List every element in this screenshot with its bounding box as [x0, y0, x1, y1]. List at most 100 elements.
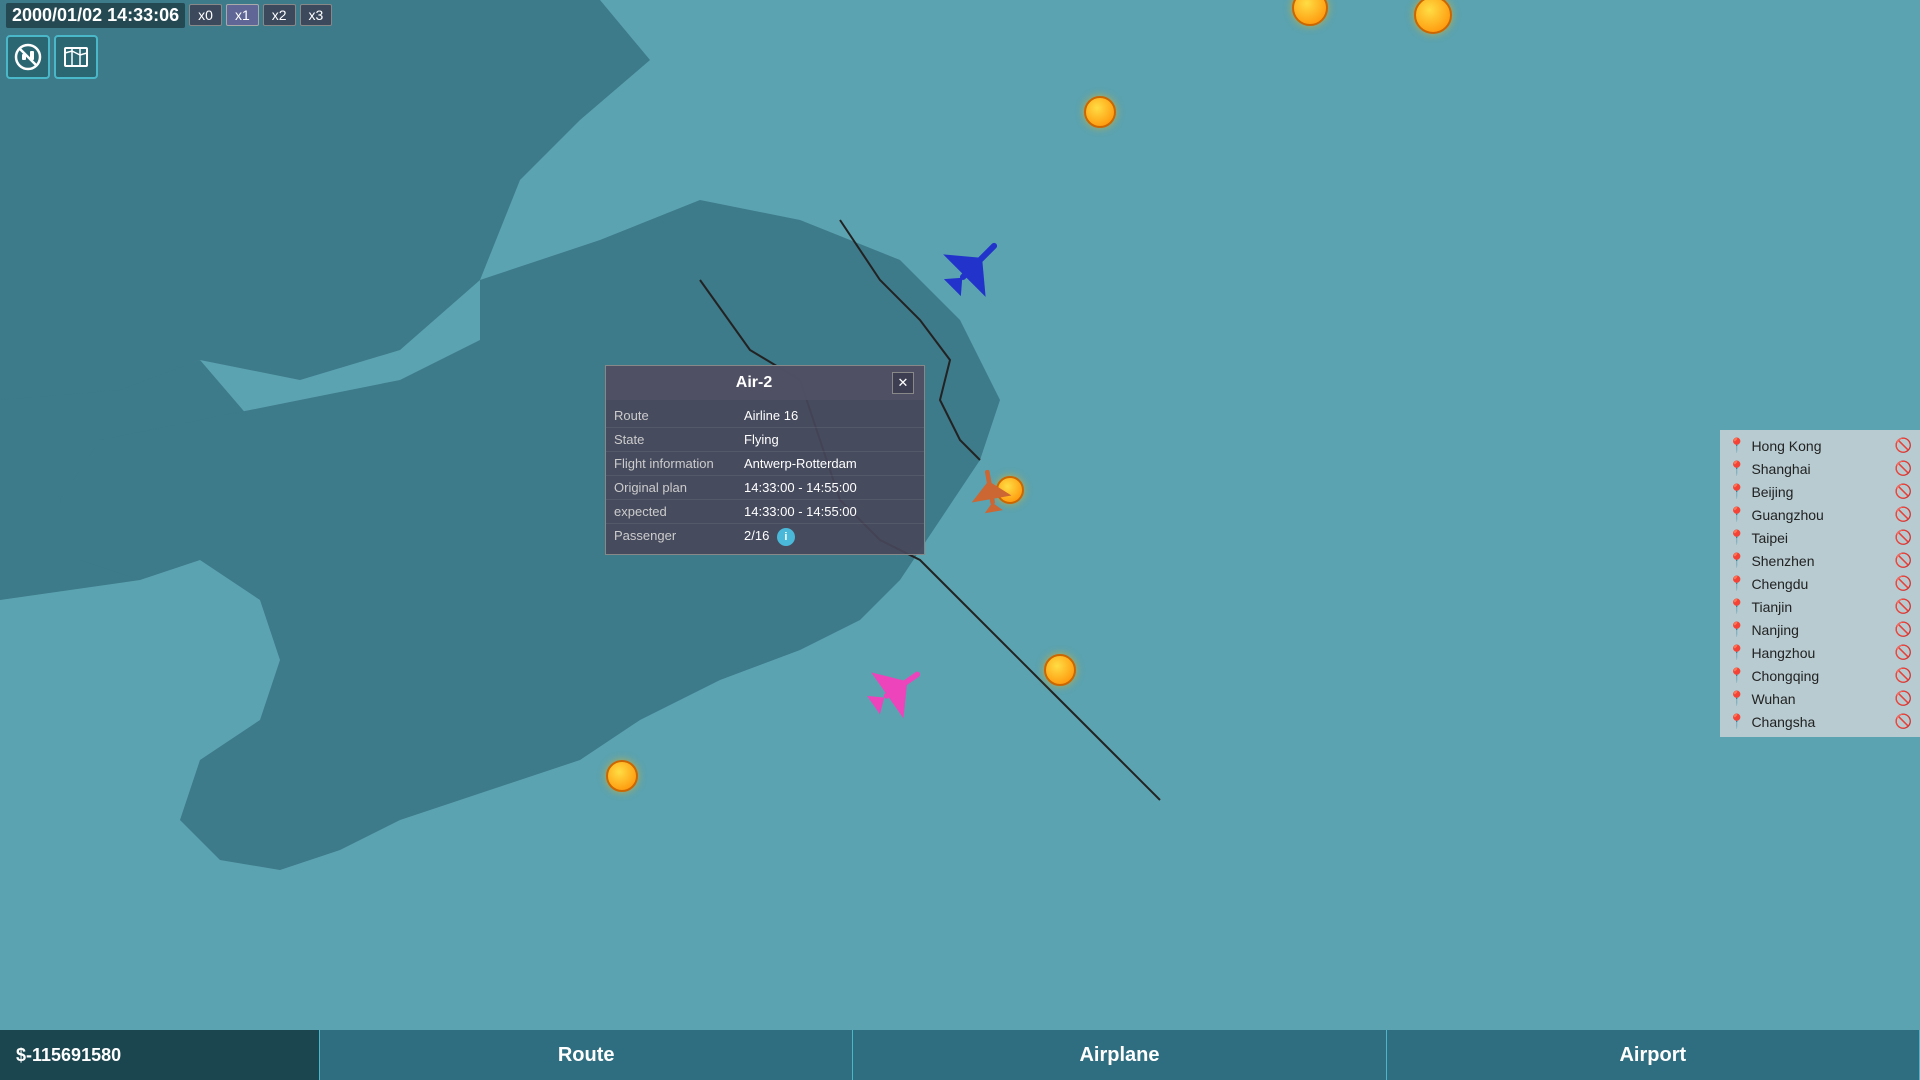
city-list-item-shanghai[interactable]: 📍 Shanghai 🚫 — [1720, 457, 1920, 480]
datetime-display: 2000/01/02 14:33:06 — [6, 3, 185, 28]
pin-icon: 📍 — [1728, 575, 1745, 592]
popup-row-state: State Flying — [606, 428, 924, 452]
bottom-bar: $-115691580 Route Airplane Airport — [0, 1030, 1920, 1080]
popup-value-original-plan: 14:33:00 - 14:55:00 — [744, 480, 857, 495]
city-name: Beijing — [1751, 484, 1793, 500]
pin-icon: 📍 — [1728, 529, 1745, 546]
popup-row-route: Route Airline 16 — [606, 404, 924, 428]
no-entry-icon: 🚫 — [1895, 598, 1912, 615]
popup-close-button[interactable]: ✕ — [892, 372, 914, 394]
city-list-item-chongqing[interactable]: 📍 Chongqing 🚫 — [1720, 664, 1920, 687]
popup-label-state: State — [614, 432, 744, 447]
popup-label-expected: expected — [614, 504, 744, 519]
popup-title-bar: Air-2 ✕ — [606, 366, 924, 400]
city-name: Tianjin — [1751, 599, 1792, 615]
no-entry-icon: 🚫 — [1895, 713, 1912, 730]
no-entry-icon: 🚫 — [1895, 552, 1912, 569]
popup-label-original-plan: Original plan — [614, 480, 744, 495]
no-entry-icon: 🚫 — [1895, 644, 1912, 661]
popup-value-flight-info: Antwerp-Rotterdam — [744, 456, 857, 471]
popup-row-original-plan: Original plan 14:33:00 - 14:55:00 — [606, 476, 924, 500]
map-icon — [62, 43, 90, 71]
route-button[interactable]: Route — [320, 1030, 853, 1080]
no-entry-icon: 🚫 — [1895, 621, 1912, 638]
city-name: Shenzhen — [1751, 553, 1814, 569]
money-display: $-115691580 — [0, 1030, 320, 1080]
no-entry-icon: 🚫 — [1895, 460, 1912, 477]
city-list-item-shenzhen[interactable]: 📍 Shenzhen 🚫 — [1720, 549, 1920, 572]
map-tool-button[interactable] — [54, 35, 98, 79]
no-entry-icon: 🚫 — [1895, 437, 1912, 454]
city-list-item-changsha[interactable]: 📍 Changsha 🚫 — [1720, 710, 1920, 733]
pin-icon: 📍 — [1728, 713, 1745, 730]
city-list-item-hangzhou[interactable]: 📍 Hangzhou 🚫 — [1720, 641, 1920, 664]
pin-icon: 📍 — [1728, 483, 1745, 500]
no-entry-icon: 🚫 — [1895, 483, 1912, 500]
city-name: Taipei — [1751, 530, 1788, 546]
pin-icon: 📍 — [1728, 437, 1745, 454]
popup-label-passenger: Passenger — [614, 528, 744, 546]
no-entry-icon: 🚫 — [1895, 506, 1912, 523]
speed-x2[interactable]: x2 — [263, 4, 296, 26]
airplane-pink[interactable] — [858, 653, 933, 728]
city-list-item-hongkong[interactable]: 📍 Hong Kong 🚫 — [1720, 434, 1920, 457]
popup-label-route: Route — [614, 408, 744, 423]
city-list-item-chengdu[interactable]: 📍 Chengdu 🚫 — [1720, 572, 1920, 595]
city-list-item-taipei[interactable]: 📍 Taipei 🚫 — [1720, 526, 1920, 549]
popup-value-passenger: 2/16 i — [744, 528, 795, 546]
right-panel: 📍 Hong Kong 🚫 📍 Shanghai 🚫 📍 Beijing 🚫 📍… — [1720, 430, 1920, 737]
info-popup: Air-2 ✕ Route Airline 16 State Flying Fl… — [605, 365, 925, 555]
pin-icon: 📍 — [1728, 598, 1745, 615]
airplane-button[interactable]: Airplane — [853, 1030, 1386, 1080]
city-dot-brussels[interactable] — [1044, 654, 1076, 686]
airplane-blue[interactable] — [935, 225, 1015, 305]
pin-icon: 📍 — [1728, 644, 1745, 661]
city-name: Chongqing — [1751, 668, 1819, 684]
pin-icon: 📍 — [1728, 506, 1745, 523]
tool-buttons — [6, 35, 98, 79]
city-list-item-beijing[interactable]: 📍 Beijing 🚫 — [1720, 480, 1920, 503]
no-entry-icon: 🚫 — [1895, 667, 1912, 684]
city-name: Chengdu — [1751, 576, 1808, 592]
pin-icon: 📍 — [1728, 667, 1745, 684]
no-signal-tool-button[interactable] — [6, 35, 50, 79]
popup-row-passenger: Passenger 2/16 i — [606, 524, 924, 550]
city-name: Hangzhou — [1751, 645, 1815, 661]
popup-row-expected: expected 14:33:00 - 14:55:00 — [606, 500, 924, 524]
pin-icon: 📍 — [1728, 460, 1745, 477]
top-bar: 2000/01/02 14:33:06 x0 x1 x2 x3 — [0, 0, 1920, 30]
map-svg — [0, 0, 1920, 1080]
pin-icon: 📍 — [1728, 552, 1745, 569]
city-name: Guangzhou — [1751, 507, 1823, 523]
city-dot-rotterdam[interactable] — [1084, 96, 1116, 128]
popup-value-route: Airline 16 — [744, 408, 798, 423]
city-name: Changsha — [1751, 714, 1815, 730]
map: Rotterdam Antwerp Brussels Lille Lie — [0, 0, 1920, 1080]
city-name: Wuhan — [1751, 691, 1795, 707]
airplane-orange[interactable] — [963, 463, 1018, 518]
passenger-info-icon[interactable]: i — [777, 528, 795, 546]
city-list-item-nanjing[interactable]: 📍 Nanjing 🚫 — [1720, 618, 1920, 641]
popup-row-flight-info: Flight information Antwerp-Rotterdam — [606, 452, 924, 476]
airport-button[interactable]: Airport — [1387, 1030, 1920, 1080]
city-dot-lille[interactable] — [606, 760, 638, 792]
no-entry-icon: 🚫 — [1895, 690, 1912, 707]
no-entry-icon: 🚫 — [1895, 529, 1912, 546]
pin-icon: 📍 — [1728, 621, 1745, 638]
speed-x0[interactable]: x0 — [189, 4, 222, 26]
pin-icon: 📍 — [1728, 690, 1745, 707]
city-list-item-tianjin[interactable]: 📍 Tianjin 🚫 — [1720, 595, 1920, 618]
city-name: Shanghai — [1751, 461, 1810, 477]
popup-value-state: Flying — [744, 432, 779, 447]
popup-content: Route Airline 16 State Flying Flight inf… — [606, 400, 924, 554]
city-list-item-wuhan[interactable]: 📍 Wuhan 🚫 — [1720, 687, 1920, 710]
no-signal-icon — [14, 43, 42, 71]
popup-label-flight-info: Flight information — [614, 456, 744, 471]
speed-x3[interactable]: x3 — [300, 4, 333, 26]
speed-x1[interactable]: x1 — [226, 4, 259, 26]
no-entry-icon: 🚫 — [1895, 575, 1912, 592]
city-name: Nanjing — [1751, 622, 1798, 638]
city-list-item-guangzhou[interactable]: 📍 Guangzhou 🚫 — [1720, 503, 1920, 526]
city-name: Hong Kong — [1751, 438, 1821, 454]
popup-title: Air-2 — [616, 374, 892, 392]
